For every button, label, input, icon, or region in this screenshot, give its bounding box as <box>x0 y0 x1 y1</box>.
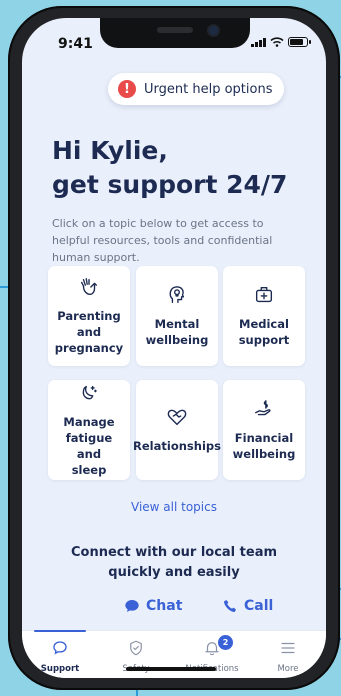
view-all-topics-link[interactable]: View all topics <box>22 500 326 514</box>
device-notch <box>100 18 250 48</box>
notification-badge: 2 <box>216 633 235 652</box>
status-time: 9:41 <box>58 36 93 52</box>
urgent-help-button[interactable]: ! Urgent help options <box>108 73 285 105</box>
signal-icon <box>251 37 266 47</box>
topic-financial-wellbeing[interactable]: Financial wellbeing <box>223 380 305 480</box>
topic-label: Parenting and pregnancy <box>54 309 124 355</box>
topic-label: Financial wellbeing <box>232 431 296 461</box>
baby-hands-icon <box>80 278 98 296</box>
menu-icon <box>281 642 295 654</box>
tab-support[interactable]: Support <box>22 630 98 678</box>
greeting-line-1: Hi Kylie, <box>52 136 168 165</box>
battery-icon <box>288 37 311 47</box>
page-title: Hi Kylie, get support 24/7 <box>52 134 302 202</box>
connect-heading: Connect with our local team quickly and … <box>70 545 278 580</box>
chat-icon <box>53 641 67 655</box>
topic-label: Manage fatigue and sleep <box>63 415 115 477</box>
shield-check-icon <box>130 640 142 656</box>
tab-label: More <box>277 664 299 674</box>
topic-parenting[interactable]: Parenting and pregnancy <box>48 266 130 366</box>
topic-medical-support[interactable]: Medical support <box>223 266 305 366</box>
chat-button[interactable]: Chat <box>124 598 182 614</box>
medical-kit-icon <box>255 286 273 303</box>
topic-label: Relationships <box>133 439 221 453</box>
app-screen: 9:41 ! Urgent help options Hi Kylie, get… <box>22 18 326 678</box>
topic-label: Medical support <box>238 317 290 347</box>
greeting-line-2: get support 24/7 <box>52 170 288 199</box>
heart-handshake-icon <box>167 409 187 426</box>
moon-stars-icon <box>82 385 97 400</box>
phone-frame: 9:41 ! Urgent help options Hi Kylie, get… <box>8 6 340 690</box>
call-label: Call <box>244 598 274 614</box>
home-indicator <box>126 667 216 671</box>
urgent-help-label: Urgent help options <box>144 81 273 97</box>
topic-relationships[interactable]: Relationships <box>133 380 221 480</box>
chat-label: Chat <box>146 598 183 614</box>
alert-icon: ! <box>118 80 136 98</box>
topic-mental-wellbeing[interactable]: Mental wellbeing <box>136 266 218 366</box>
chat-bubble-icon <box>125 600 139 612</box>
tab-more[interactable]: More <box>250 631 326 678</box>
hand-dollar-icon <box>255 400 271 416</box>
tab-label: Support <box>40 664 80 674</box>
topic-label: Mental wellbeing <box>145 317 209 347</box>
intro-text: Click on a topic below to get access to … <box>52 217 273 264</box>
head-lightbulb-icon <box>169 286 185 304</box>
topic-fatigue-sleep[interactable]: Manage fatigue and sleep <box>48 380 130 480</box>
phone-icon <box>224 600 236 612</box>
wifi-icon <box>270 37 284 47</box>
status-icons <box>251 37 311 47</box>
call-button[interactable]: Call <box>222 598 273 614</box>
